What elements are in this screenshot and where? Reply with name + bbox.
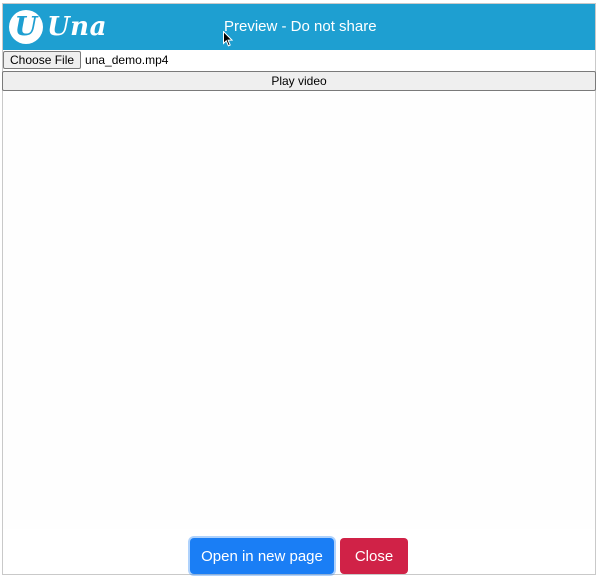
selected-file-name: una_demo.mp4 [85,53,169,67]
preview-header: U Una Preview - Do not share [3,4,595,50]
preview-window: U Una Preview - Do not share Choose File… [2,3,596,575]
file-input-row: Choose File una_demo.mp4 [3,51,168,69]
choose-file-button[interactable]: Choose File [3,51,82,69]
video-area [3,94,595,529]
una-logo: U Una [9,9,107,45]
una-logo-mark-icon: U [9,10,43,44]
mouse-cursor-icon [223,31,233,47]
preview-title: Preview - Do not share [224,18,377,35]
una-logo-text: Una [47,12,107,42]
close-button[interactable]: Close [340,538,408,574]
preview-footer: Open in new page Close [3,538,595,574]
open-in-new-page-button[interactable]: Open in new page [190,538,334,574]
play-video-button[interactable]: Play video [2,71,596,91]
